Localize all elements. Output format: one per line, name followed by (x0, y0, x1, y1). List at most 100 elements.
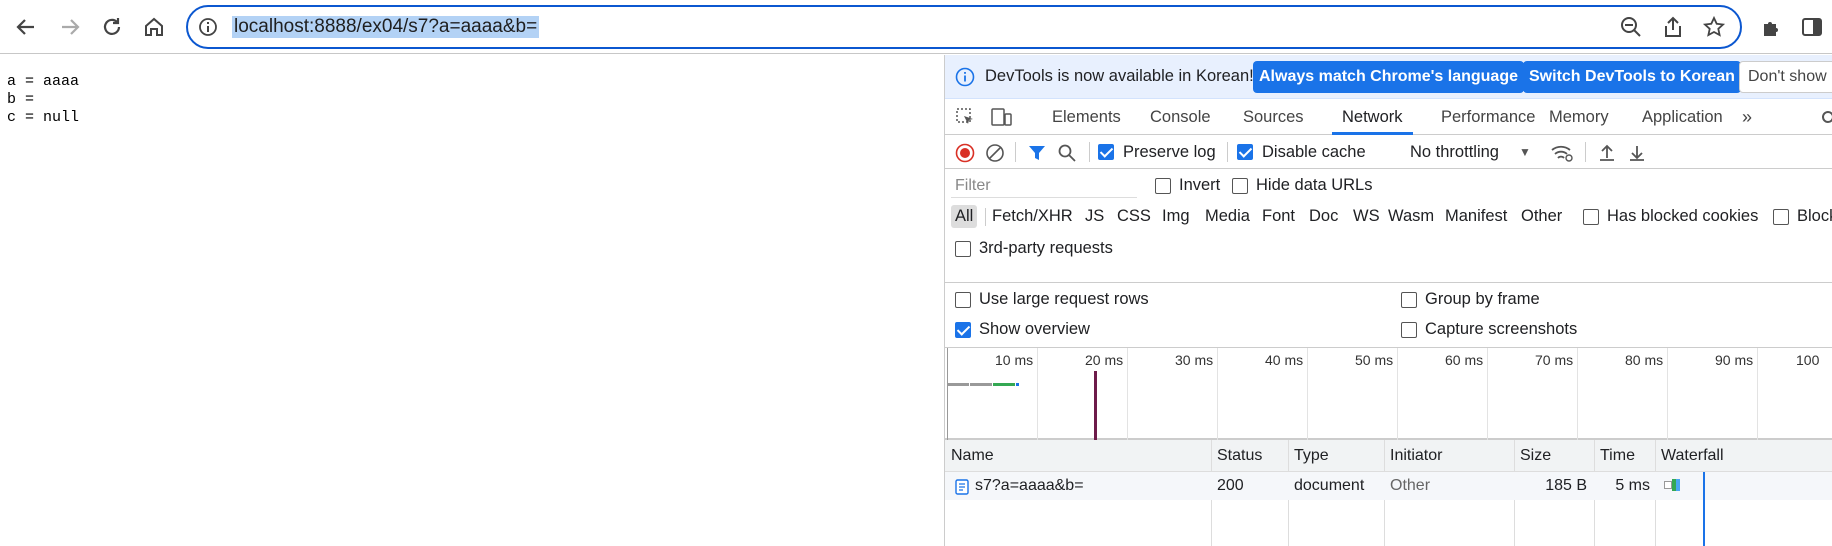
third-party-checkbox[interactable] (955, 241, 971, 257)
filter-bar: Filter Invert Hide data URLs All Fetch/X… (945, 169, 1832, 283)
tick-label: 70 ms (1535, 352, 1574, 368)
grid-line (1577, 348, 1578, 440)
extensions-icon[interactable] (1756, 11, 1788, 43)
filter-type-img[interactable]: Img (1162, 207, 1190, 226)
tab-application[interactable]: Application (1642, 99, 1723, 135)
invert-checkbox[interactable] (1155, 178, 1171, 194)
filter-type-all[interactable]: All (951, 205, 978, 228)
record-stop-icon[interactable] (955, 143, 975, 163)
back-arrow-icon[interactable] (10, 11, 42, 43)
filter-type-doc[interactable]: Doc (1309, 207, 1338, 226)
column-header-time[interactable]: Time (1600, 440, 1635, 472)
tick-label: 10 ms (995, 352, 1034, 368)
throttling-select[interactable]: No throttling (1410, 135, 1499, 169)
side-panel-icon[interactable] (1796, 11, 1828, 43)
third-party-label[interactable]: 3rd-party requests (979, 239, 1113, 258)
preserve-log-label[interactable]: Preserve log (1123, 135, 1216, 169)
filter-type-media[interactable]: Media (1205, 207, 1250, 226)
settings-gear-icon[interactable] (1820, 109, 1832, 125)
has-blocked-cookies-label[interactable]: Has blocked cookies (1607, 207, 1758, 226)
filter-type-font[interactable]: Font (1262, 207, 1295, 226)
show-overview-checkbox[interactable] (955, 322, 971, 338)
search-icon[interactable] (1057, 143, 1077, 163)
tick-label: 40 ms (1265, 352, 1304, 368)
large-rows-checkbox[interactable] (955, 292, 971, 308)
column-header-waterfall[interactable]: Waterfall (1661, 440, 1724, 472)
export-har-download-icon[interactable] (1627, 143, 1647, 163)
address-bar[interactable]: localhost:8888/ex04/s7?a=aaaa&b= (186, 5, 1742, 49)
group-by-frame-label[interactable]: Group by frame (1425, 290, 1540, 309)
home-icon[interactable] (138, 11, 170, 43)
filter-type-fetch-xhr[interactable]: Fetch/XHR (992, 207, 1073, 226)
disable-cache-checkbox[interactable] (1237, 144, 1253, 160)
device-toolbar-icon[interactable] (991, 107, 1013, 127)
separator (1015, 142, 1016, 162)
tab-elements[interactable]: Elements (1052, 99, 1121, 135)
grid-line (1487, 348, 1488, 440)
group-by-frame-checkbox[interactable] (1401, 292, 1417, 308)
dont-show-button[interactable]: Don't show (1739, 61, 1832, 93)
tab-memory[interactable]: Memory (1549, 99, 1609, 135)
url-text[interactable]: localhost:8888/ex04/s7?a=aaaa&b= (232, 16, 540, 38)
hide-data-urls-checkbox[interactable] (1232, 178, 1248, 194)
share-icon[interactable] (1662, 16, 1684, 38)
clear-icon[interactable] (985, 143, 1005, 163)
chevron-down-icon[interactable]: ▼ (1519, 135, 1531, 169)
zoom-out-icon[interactable] (1620, 16, 1642, 38)
output-line-a: a = aaaa (7, 73, 80, 90)
column-header-size[interactable]: Size (1520, 440, 1551, 472)
filter-type-css[interactable]: CSS (1117, 207, 1151, 226)
grid-line (947, 348, 948, 440)
bookmark-star-icon[interactable] (1702, 15, 1726, 39)
blocked-requests-label[interactable]: Block (1797, 207, 1832, 226)
has-blocked-cookies-checkbox[interactable] (1583, 209, 1599, 225)
tick-label: 50 ms (1355, 352, 1394, 368)
forward-arrow-icon[interactable] (54, 11, 86, 43)
devtools-tabs: Elements Console Sources Network Perform… (945, 99, 1832, 135)
preserve-log-checkbox[interactable] (1098, 144, 1114, 160)
filter-funnel-icon[interactable] (1027, 143, 1047, 163)
filter-type-wasm[interactable]: Wasm (1388, 207, 1434, 226)
switch-to-korean-button[interactable]: Switch DevTools to Korean (1523, 61, 1741, 93)
show-overview-label[interactable]: Show overview (979, 320, 1090, 339)
network-conditions-wifi-icon[interactable] (1550, 143, 1574, 163)
network-overview-timeline[interactable]: 10 ms 20 ms 30 ms 40 ms 50 ms 60 ms 70 m… (945, 348, 1832, 440)
separator (1585, 142, 1586, 162)
column-header-type[interactable]: Type (1294, 440, 1329, 472)
tick-label: 30 ms (1175, 352, 1214, 368)
row-name[interactable]: s7?a=aaaa&b= (975, 472, 1084, 500)
site-info-icon[interactable] (198, 17, 218, 37)
more-tabs-chevron-icon[interactable]: » (1742, 99, 1752, 135)
filter-type-manifest[interactable]: Manifest (1445, 207, 1507, 226)
tab-network[interactable]: Network (1332, 99, 1413, 135)
reload-icon[interactable] (96, 11, 128, 43)
tab-console[interactable]: Console (1150, 99, 1211, 135)
filter-type-other[interactable]: Other (1521, 207, 1562, 226)
filter-type-js[interactable]: JS (1085, 207, 1104, 226)
filter-input[interactable]: Filter (951, 174, 1137, 198)
always-match-language-button[interactable]: Always match Chrome's language (1253, 61, 1524, 93)
column-header-status[interactable]: Status (1217, 440, 1262, 472)
filter-type-ws[interactable]: WS (1353, 207, 1380, 226)
info-icon (955, 67, 975, 87)
dom-content-loaded-line (1094, 371, 1097, 440)
requests-table: Name Status Type Initiator Size Time Wat… (945, 440, 1832, 546)
hide-data-urls-label[interactable]: Hide data URLs (1256, 176, 1372, 195)
invert-label[interactable]: Invert (1179, 176, 1220, 195)
capture-screenshots-label[interactable]: Capture screenshots (1425, 320, 1577, 339)
row-size: 185 B (1545, 477, 1587, 494)
column-header-name[interactable]: Name (951, 440, 994, 472)
import-har-upload-icon[interactable] (1597, 143, 1617, 163)
output-line-c: c = null (7, 109, 80, 126)
inspect-element-icon[interactable] (955, 107, 975, 127)
grid-line (1307, 348, 1308, 440)
capture-screenshots-checkbox[interactable] (1401, 322, 1417, 338)
disable-cache-label[interactable]: Disable cache (1262, 135, 1366, 169)
tab-sources[interactable]: Sources (1243, 99, 1304, 135)
column-header-initiator[interactable]: Initiator (1390, 440, 1442, 472)
blocked-requests-checkbox[interactable] (1773, 209, 1789, 225)
grid-line (1217, 348, 1218, 440)
large-rows-label[interactable]: Use large request rows (979, 290, 1149, 309)
grid-line (1037, 348, 1038, 440)
tab-performance[interactable]: Performance (1441, 99, 1535, 135)
